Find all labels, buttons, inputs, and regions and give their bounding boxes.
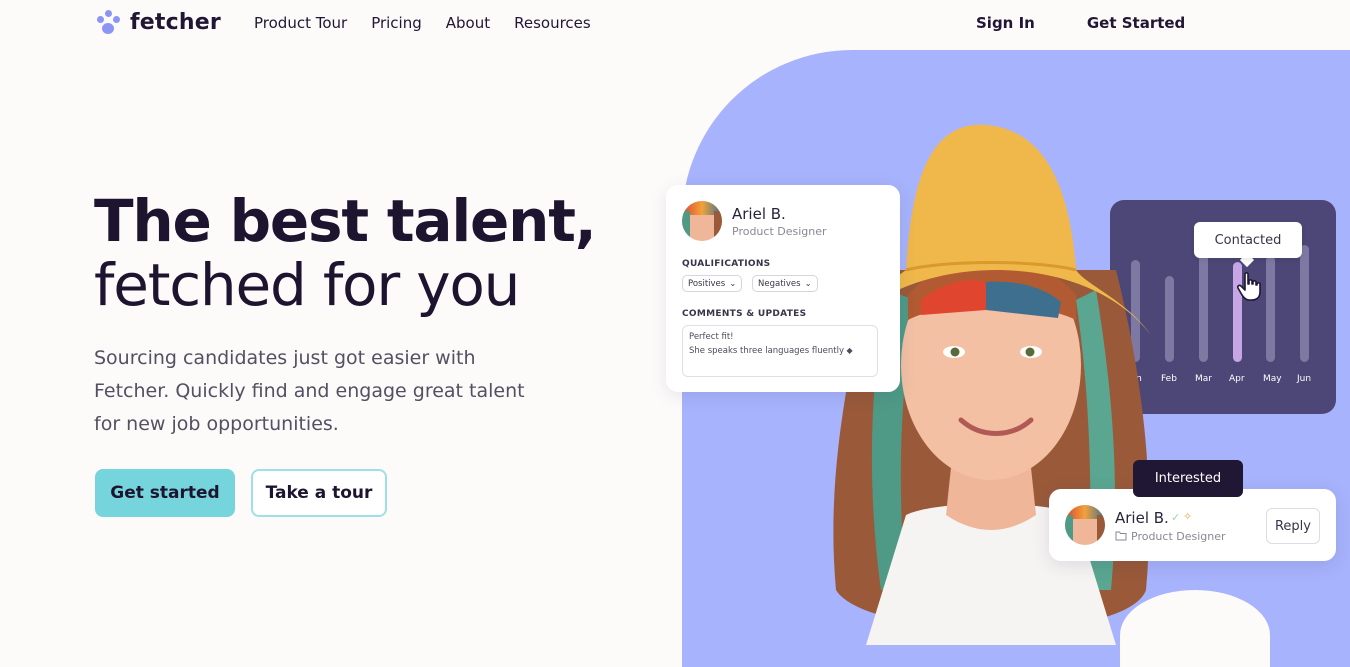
reply-avatar	[1065, 505, 1105, 545]
brand-logo[interactable]: fetcher	[94, 8, 221, 36]
comment-line-1: Perfect fit!	[689, 332, 734, 342]
checkmark-icon: ✓	[1171, 511, 1181, 524]
folder-icon	[1115, 531, 1127, 541]
paw-logo-icon	[94, 8, 122, 36]
negatives-dropdown[interactable]: Negatives ⌄	[752, 275, 818, 292]
month-label-may: May	[1263, 374, 1282, 384]
comments-label: COMMENTS & UPDATES	[682, 309, 807, 319]
chart-bar-mar	[1199, 250, 1208, 362]
qualifications-label: QUALIFICATIONS	[682, 259, 771, 269]
comment-line-2: She speaks three languages fluently	[689, 346, 845, 356]
nav-link-about[interactable]: About	[446, 14, 490, 32]
chart-bar-feb	[1165, 276, 1174, 362]
get-started-link[interactable]: Get Started	[1087, 14, 1185, 32]
reply-button[interactable]: Reply	[1266, 508, 1320, 544]
hero-title-light: fetched for you	[94, 251, 520, 319]
month-label-apr: Apr	[1229, 374, 1245, 384]
positives-label: Positives	[688, 278, 726, 289]
nav-link-pricing[interactable]: Pricing	[371, 14, 422, 32]
hero-title-bold: The best talent,	[94, 187, 597, 255]
reply-candidate-role: Product Designer	[1131, 530, 1226, 543]
candidate-avatar	[682, 201, 722, 241]
candidate-name: Ariel B.	[732, 205, 786, 223]
interested-tag: Interested	[1133, 460, 1243, 497]
contacted-tooltip: Contacted	[1194, 222, 1302, 258]
candidate-role: Product Designer	[732, 225, 827, 238]
top-nav: fetcher Product Tour Pricing About Resou…	[0, 0, 1350, 50]
emoji-icon: ◆	[844, 346, 853, 355]
brand-name: fetcher	[130, 9, 221, 35]
month-label-jun: Jun	[1297, 374, 1312, 384]
negatives-label: Negatives	[758, 278, 801, 289]
nav-links: Product Tour Pricing About Resources	[254, 14, 591, 32]
hand-cursor-icon	[1237, 272, 1261, 301]
chart-bar-jun	[1300, 245, 1309, 362]
chart-bar-may	[1266, 256, 1275, 362]
hero-subtitle: Sourcing candidates just got easier with…	[94, 347, 525, 435]
nav-link-product-tour[interactable]: Product Tour	[254, 14, 347, 32]
nav-actions: Sign In Get Started	[976, 14, 1185, 32]
sparkle-icon: ✧	[1183, 510, 1193, 523]
get-started-button[interactable]: Get started	[95, 469, 235, 517]
comment-field[interactable]: Perfect fit! She speaks three languages …	[682, 325, 878, 377]
positives-dropdown[interactable]: Positives ⌄	[682, 275, 743, 292]
month-label-mar: Mar	[1195, 374, 1212, 384]
sign-in-link[interactable]: Sign In	[976, 14, 1035, 32]
month-label-feb: Feb	[1161, 374, 1177, 384]
nav-link-resources[interactable]: Resources	[514, 14, 591, 32]
chevron-down-icon: ⌄	[804, 278, 812, 289]
take-a-tour-button[interactable]: Take a tour	[251, 469, 387, 517]
chevron-down-icon: ⌄	[729, 278, 737, 289]
reply-candidate-name: Ariel B.	[1115, 509, 1169, 527]
